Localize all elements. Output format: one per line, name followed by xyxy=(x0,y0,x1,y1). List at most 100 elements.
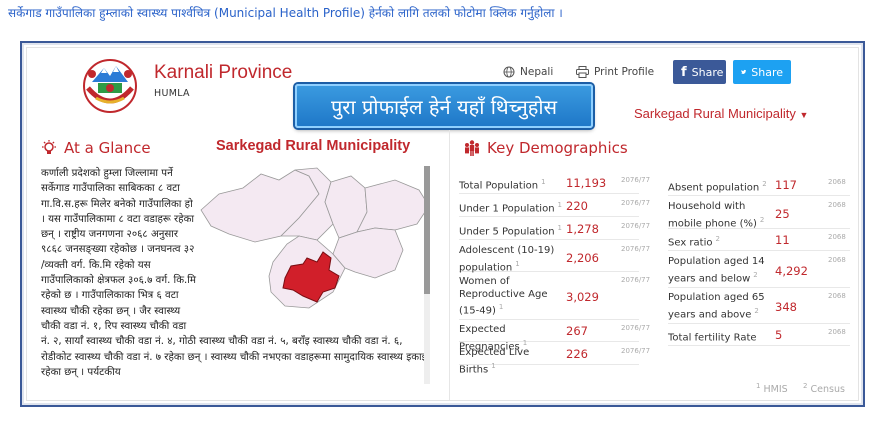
demographic-value: 117 xyxy=(775,178,797,192)
demographic-label-text: Under 5 Population xyxy=(459,226,555,238)
demographic-row: Absent population 2 117 2068 xyxy=(668,178,850,196)
people-group-icon xyxy=(465,140,479,156)
demographic-label: Total fertility Rate xyxy=(668,328,774,345)
demographic-year: 2068 xyxy=(828,233,846,241)
legend-hmis: 1 HMIS xyxy=(756,382,788,395)
demographic-label-text: Sex ratio xyxy=(668,237,713,249)
printer-icon xyxy=(576,66,589,78)
legend-hmis-number: 1 xyxy=(756,382,761,390)
demographic-value: 11,193 xyxy=(566,176,607,190)
demographic-year: 2076/77 xyxy=(621,176,651,184)
demographic-year: 2076/77 xyxy=(621,276,651,284)
demographic-label: Women of Reproductive Age (15-49) 1 xyxy=(459,276,567,318)
legend-census: 2 Census xyxy=(803,382,845,395)
demographic-year: 2068 xyxy=(828,178,846,186)
demographic-label-text: Absent population xyxy=(668,182,760,194)
demographic-label: Expected Live Births 1 xyxy=(459,347,567,376)
demographic-label: Population aged 14 years and below 2 xyxy=(668,256,774,285)
province-name: Karnali Province xyxy=(154,62,293,83)
section-divider xyxy=(449,130,450,400)
demographic-value: 3,029 xyxy=(566,290,599,304)
facebook-share-button[interactable]: f Share xyxy=(673,60,726,84)
source-marker: 1 xyxy=(515,259,520,268)
map-region xyxy=(356,179,430,233)
demographic-value: 220 xyxy=(566,199,588,213)
demographic-row: Sex ratio 2 11 2068 xyxy=(668,233,850,251)
demographic-label-text: Population aged 65 years and above xyxy=(668,292,765,320)
demographic-label: Under 1 Population 1 xyxy=(459,199,567,216)
source-marker: 2 xyxy=(759,215,765,224)
demographic-row: Population aged 14 years and below 2 4,292… xyxy=(668,256,850,288)
demographic-year: 2076/77 xyxy=(621,324,651,332)
twitter-share-button[interactable]: Share xyxy=(733,60,791,84)
district-name: HUMLA xyxy=(154,88,190,99)
demographic-label: Household with mobile phone (%) 2 xyxy=(668,201,774,230)
profile-image-link[interactable]: Karnali Province HUMLA Nepali Print Prof… xyxy=(20,41,865,407)
demographic-year: 2076/77 xyxy=(621,347,651,355)
legend-census-number: 2 xyxy=(803,382,808,390)
glance-municipality-name: Sarkegad Rural Municipality xyxy=(216,138,411,154)
source-marker: 1 xyxy=(491,361,496,370)
demographic-label-text: Under 1 Population xyxy=(459,203,555,215)
caret-down-icon: ▼ xyxy=(799,110,809,120)
view-full-profile-banner[interactable]: पुरा प्रोफाईल हेर्न यहाँ थिच्नुहोस xyxy=(295,84,593,128)
demographic-label: Total Population 1 xyxy=(459,176,567,193)
demographic-row: Household with mobile phone (%) 2 25 2068 xyxy=(668,201,850,229)
demographic-row: Population aged 65 years and above 2 348 20… xyxy=(668,292,850,324)
scrollbar-thumb[interactable] xyxy=(424,166,430,294)
demographic-label: Sex ratio 2 xyxy=(668,233,774,250)
demographic-label-text: Total Population xyxy=(459,180,539,192)
nepal-emblem-icon xyxy=(83,59,137,113)
demographic-label: Under 5 Population 1 xyxy=(459,222,567,239)
demographic-year: 2068 xyxy=(828,201,846,209)
demographic-row: Total fertility Rate 5 2068 xyxy=(668,328,850,346)
demographic-label: Absent population 2 xyxy=(668,178,774,195)
demographic-year: 2076/77 xyxy=(621,245,651,253)
profile-card: Karnali Province HUMLA Nepali Print Prof… xyxy=(26,47,859,401)
source-marker: 1 xyxy=(522,338,528,347)
demographic-label: Adolescent (10-19) population 1 xyxy=(459,245,567,274)
demographic-year: 2076/77 xyxy=(621,222,651,230)
demographic-label-text: Population aged 14 years and below xyxy=(668,256,765,284)
demographic-label-text: Household with mobile phone (%) xyxy=(668,201,757,229)
source-marker: 1 xyxy=(498,303,504,311)
demographic-row: Expected Pregnancies 1 267 2076/77 xyxy=(459,324,650,352)
demographic-value: 11 xyxy=(775,233,790,247)
lightbulb-icon xyxy=(42,140,56,154)
language-label: Nepali xyxy=(520,66,554,78)
demographic-row: Expected Live Births 1 226 2076/77 xyxy=(459,347,650,375)
legend-hmis-label: HMIS xyxy=(763,384,788,396)
demographic-year: 2068 xyxy=(828,292,846,300)
language-toggle[interactable]: Nepali xyxy=(503,66,553,78)
municipality-select[interactable]: Sarkegad Rural Municipality ▼ xyxy=(634,106,808,121)
description-scrollbar[interactable] xyxy=(424,166,430,384)
print-label: Print Profile xyxy=(594,66,655,78)
key-demographics-heading: Key Demographics xyxy=(463,139,628,157)
print-profile-link[interactable]: Print Profile xyxy=(576,66,654,78)
legend-census-label: Census xyxy=(810,384,845,396)
key-demographics-title: Key Demographics xyxy=(487,139,628,157)
demographic-year: 2068 xyxy=(828,256,846,264)
demographic-row: Under 1 Population 1 220 2076/77 xyxy=(459,199,650,217)
globe-icon xyxy=(503,66,515,78)
district-map xyxy=(200,167,430,309)
source-marker: 2 xyxy=(715,235,720,243)
demographic-year: 2068 xyxy=(828,328,846,336)
source-marker: 2 xyxy=(754,306,759,315)
demographic-value: 25 xyxy=(775,207,790,221)
demographic-value: 5 xyxy=(775,328,783,342)
demographic-value: 2,206 xyxy=(566,250,599,265)
facebook-icon: f xyxy=(681,64,687,80)
at-a-glance-heading: At a Glance xyxy=(41,139,151,157)
demographic-label-text: Women of Reproductive Age (15-49) xyxy=(459,276,548,317)
source-marker: 2 xyxy=(762,180,767,188)
demographic-row: Under 5 Population 1 1,278 2076/77 xyxy=(459,222,650,240)
demographic-value: 267 xyxy=(566,324,588,338)
profile-header: Karnali Province HUMLA Nepali Print Prof… xyxy=(27,48,858,128)
demographic-row: Total Population 1 11,193 2076/77 xyxy=(459,176,650,194)
twitter-share-label: Share xyxy=(751,65,783,79)
demographic-value: 348 xyxy=(775,300,797,314)
municipality-select-label: Sarkegad Rural Municipality xyxy=(634,106,796,121)
demographic-label: Population aged 65 years and above 2 xyxy=(668,292,774,321)
demographic-label-text: Total fertility Rate xyxy=(668,332,757,344)
